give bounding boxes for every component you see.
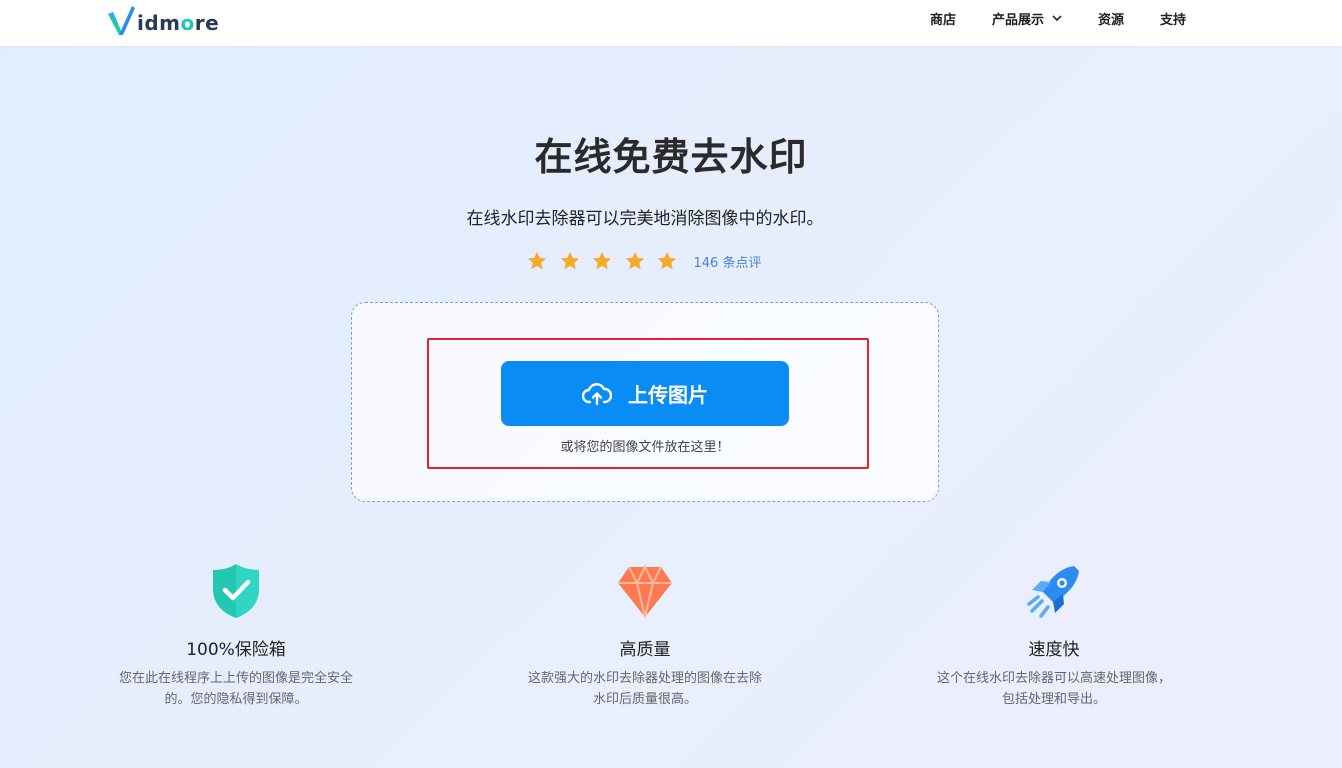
nav-store-label: 商店 xyxy=(930,12,957,28)
logo-text: idmore xyxy=(137,11,220,35)
rating: 146 条点评 xyxy=(526,248,761,274)
page-title: 在线免费去水印 xyxy=(534,135,808,179)
reviews-link[interactable]: 146 条点评 xyxy=(694,252,762,271)
nav-resources[interactable]: 资源 xyxy=(1098,0,1124,36)
vidmore-logo[interactable]: idmore xyxy=(106,4,219,38)
nav-resources-label: 资源 xyxy=(1098,12,1125,28)
star-icon xyxy=(527,251,547,270)
shield-check-icon xyxy=(213,564,259,618)
feature-speed: 速度快 这个在线水印去除器可以高速处理图像， 包括处理和导出。 xyxy=(914,561,1194,710)
nav-store[interactable]: 商店 xyxy=(930,0,956,36)
feature-quality-desc: 这款强大的水印去除器处理的图像在去除 水印后质量很高。 xyxy=(527,671,762,707)
nav-support[interactable]: 支持 xyxy=(1160,0,1186,36)
nav-products-label: 产品展示 xyxy=(992,12,1045,28)
diamond-icon xyxy=(618,564,672,618)
star-icon xyxy=(657,251,677,270)
upload-image-button[interactable]: 上传图片 xyxy=(501,361,789,426)
upload-button-label: 上传图片 xyxy=(628,385,708,407)
vidmore-logo-icon xyxy=(108,6,135,35)
feature-quality-title: 高质量 xyxy=(619,640,671,660)
nav-products[interactable]: 产品展示 xyxy=(992,0,1062,36)
nav-support-label: 支持 xyxy=(1160,12,1187,28)
top-navigation-bar: idmore 商店 产品展示 资源 支持 xyxy=(0,0,1342,46)
page-subtitle: 在线水印去除器可以完美地消除图像中的水印。 xyxy=(466,209,824,229)
feature-security-title: 100%保险箱 xyxy=(186,640,286,660)
rocket-icon xyxy=(1027,566,1079,618)
star-icon xyxy=(592,251,612,270)
star-icon xyxy=(560,251,579,270)
feature-quality: 高质量 这款强大的水印去除器处理的图像在去除 水印后质量很高。 xyxy=(505,561,785,710)
star-icon xyxy=(625,251,644,270)
cloud-upload-icon xyxy=(582,382,612,405)
feature-speed-title: 速度快 xyxy=(1028,640,1080,660)
feature-security: 100%保险箱 您在此在线程序上上传的图像是完全安全 的。您的隐私得到保障。 xyxy=(96,561,376,710)
chevron-down-icon xyxy=(1052,11,1062,26)
feature-speed-desc: 这个在线水印去除器可以高速处理图像， 包括处理和导出。 xyxy=(936,671,1171,707)
drop-hint: 或将您的图像文件放在这里！ xyxy=(560,440,730,455)
feature-security-desc: 您在此在线程序上上传的图像是完全安全 的。您的隐私得到保障。 xyxy=(118,671,353,707)
